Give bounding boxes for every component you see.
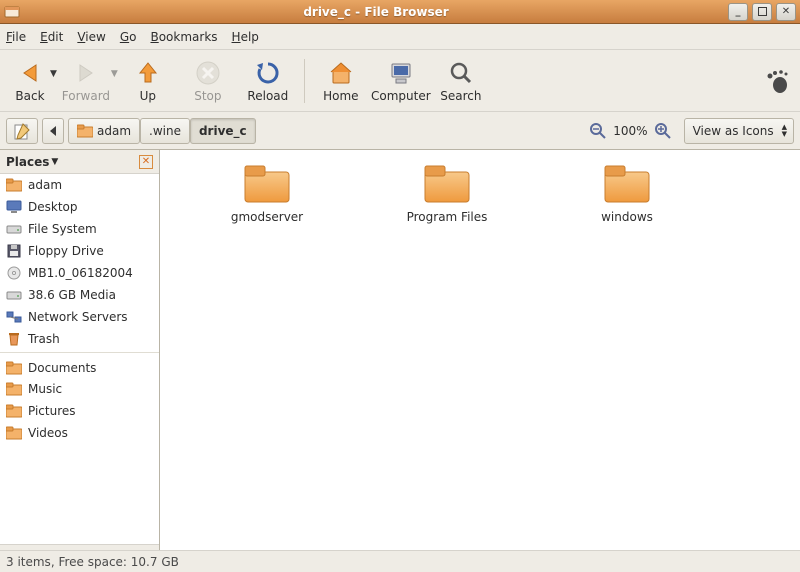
network-icon [6,310,22,324]
sidebar-place-item[interactable]: MB1.0_06182004 [0,262,159,284]
menu-bookmarks[interactable]: Bookmarks [150,30,217,44]
view-mode-down[interactable]: ▼ [780,131,789,138]
up-button[interactable]: Up [118,57,178,105]
close-button[interactable]: ✕ [776,3,796,21]
sidebar-header[interactable]: Places ▼ ✕ [0,150,159,174]
folder-item[interactable]: gmodserver [222,162,312,224]
sidebar-place-item[interactable]: Music [0,378,159,400]
drive-icon [6,288,22,302]
statusbar: 3 items, Free space: 10.7 GB [0,550,800,572]
forward-button: Forward [57,57,115,105]
folder-icon [6,404,22,418]
minimize-button[interactable]: _ [728,3,748,21]
sidebar-place-item[interactable]: 38.6 GB Media [0,284,159,306]
sidebar-place-item[interactable]: Documents [0,352,159,378]
cd-icon [6,266,22,280]
drive-icon [6,222,22,236]
folder-item[interactable]: Program Files [402,162,492,224]
view-mode-select[interactable]: View as Icons ▲ ▼ [684,118,794,144]
menu-file[interactable]: File [6,30,26,44]
window-title: drive_c - File Browser [24,5,728,19]
sidebar-place-item[interactable]: Desktop [0,196,159,218]
sidebar-place-item[interactable]: File System [0,218,159,240]
folder-icon [423,162,471,204]
sidebar: Places ▼ ✕ adamDesktopFile SystemFloppy … [0,150,160,550]
sidebar-place-item[interactable]: Floppy Drive [0,240,159,262]
back-dropdown-icon[interactable]: ▼ [50,69,57,79]
breadcrumb-item[interactable]: adam [68,118,140,144]
folder-icon [6,361,22,375]
edit-location-button[interactable] [6,118,38,144]
trash-icon [6,332,22,346]
stop-button: Stop [178,57,238,105]
breadcrumb-item[interactable]: .wine [140,118,190,144]
toolbar-separator [304,59,305,103]
folder-icon [603,162,651,204]
menu-go[interactable]: Go [120,30,137,44]
zoom-out-button[interactable] [589,122,607,140]
menu-view[interactable]: View [77,30,105,44]
folder-icon [243,162,291,204]
folder-icon [6,382,22,396]
location-bar: adam.winedrive_c 100% View as Icons ▲ ▼ [0,112,800,150]
status-text: 3 items, Free space: 10.7 GB [6,555,179,569]
sidebar-place-item[interactable]: Network Servers [0,306,159,328]
back-button[interactable]: Back [6,57,54,105]
sidebar-place-item[interactable]: Trash [0,328,159,350]
zoom-level[interactable]: 100% [613,124,647,138]
sidebar-place-item[interactable]: Pictures [0,400,159,422]
computer-button[interactable]: Computer [371,57,431,105]
home-button[interactable]: Home [311,57,371,105]
file-view[interactable]: gmodserver Program Files windows [160,150,800,550]
folder-icon [6,426,22,440]
maximize-button[interactable] [752,3,772,21]
app-icon [4,4,20,20]
toolbar: Back ▼ Forward ▼ Up Stop Reload Home Com… [0,50,800,112]
forward-dropdown-icon[interactable]: ▼ [111,69,118,79]
floppy-icon [6,244,22,258]
sidebar-place-item[interactable]: adam [0,174,159,196]
folder-home-icon [6,178,22,192]
breadcrumb-scroll-left[interactable] [42,118,64,144]
breadcrumb-item[interactable]: drive_c [190,118,256,144]
reload-button[interactable]: Reload [238,57,298,105]
sidebar-resize-handle[interactable] [0,544,159,550]
gnome-foot-icon [762,67,790,95]
desktop-icon [6,200,22,214]
close-sidebar-button[interactable]: ✕ [139,155,153,169]
titlebar: drive_c - File Browser _ ✕ [0,0,800,24]
zoom-in-button[interactable] [654,122,672,140]
menu-help[interactable]: Help [232,30,259,44]
menubar: File Edit View Go Bookmarks Help [0,24,800,50]
sidebar-place-item[interactable]: Videos [0,422,159,444]
chevron-down-icon: ▼ [51,157,58,167]
folder-item[interactable]: windows [582,162,672,224]
search-button[interactable]: Search [431,57,491,105]
menu-edit[interactable]: Edit [40,30,63,44]
